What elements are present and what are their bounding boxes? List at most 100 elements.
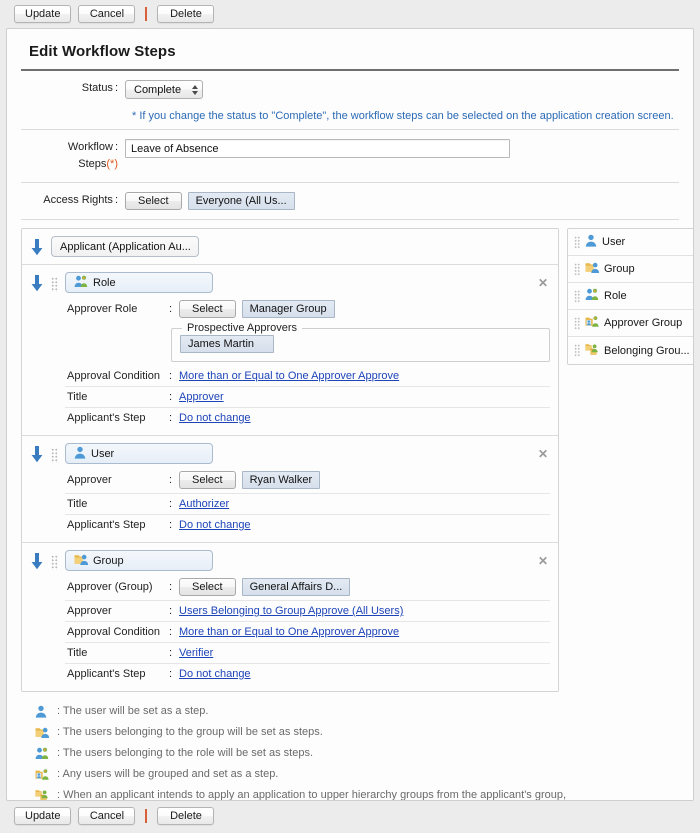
legend-text-belonging-group: When an applicant intends to apply an ap… — [63, 789, 567, 801]
remove-step-button[interactable]: ✕ — [538, 277, 548, 289]
title-link[interactable]: Authorizer — [179, 498, 229, 510]
arrow-down-icon — [30, 272, 46, 292]
top-toolbar: Update Cancel Delete — [0, 0, 700, 28]
approval-condition-link[interactable]: More than or Equal to One Approver Appro… — [179, 626, 399, 638]
approver-group-icon — [585, 315, 599, 331]
step-type-user-label: User — [91, 447, 115, 460]
workflow-steps-label: Workflow: Steps(*) — [67, 141, 118, 170]
approval-condition-row: Approval Condition : More than or Equal … — [65, 366, 550, 387]
workflow-steps-input[interactable]: Leave of Absence — [125, 139, 510, 158]
applicants-step-link[interactable]: Do not change — [179, 668, 251, 680]
role-icon — [35, 746, 51, 763]
step-type-user[interactable]: User — [65, 443, 213, 464]
drag-handle-icon[interactable] — [574, 289, 580, 303]
user-icon — [35, 704, 51, 721]
main-panel: Edit Workflow Steps Status: Complete * I… — [6, 28, 694, 801]
applicants-step-link[interactable]: Do not change — [179, 519, 251, 531]
step-type-group[interactable]: Group — [65, 550, 213, 571]
approval-condition-row: Approval Condition : More than or Equal … — [65, 622, 550, 643]
step-applicant: Applicant (Application Au... — [22, 229, 558, 265]
applicants-step-row: Applicant's Step : Do not change — [67, 412, 251, 424]
role-icon — [585, 288, 599, 304]
approver-link[interactable]: Users Belonging to Group Approve (All Us… — [179, 605, 403, 617]
title-row: Title : Authorizer — [65, 494, 550, 515]
approver-select-button[interactable]: Select — [179, 471, 236, 489]
palette-item-approver-group-label: Approver Group — [604, 317, 683, 329]
cancel-button-top[interactable]: Cancel — [78, 5, 136, 23]
drag-handle-icon[interactable] — [574, 262, 580, 276]
approver-group-value[interactable]: General Affairs D... — [241, 578, 351, 596]
title-row: Title : Verifier — [65, 643, 550, 664]
belonging-group-icon — [585, 343, 599, 359]
access-rights-value[interactable]: Everyone (All Us... — [187, 192, 295, 210]
palette-item-user-label: User — [602, 236, 626, 248]
approver-group-icon — [35, 767, 51, 784]
toolbar-separator — [145, 7, 148, 21]
step-user: User ✕ Approver : Select Ryan Walker Tit… — [22, 436, 558, 543]
step-type-role-label: Role — [93, 276, 116, 289]
palette-item-belonging-group[interactable]: Belonging Grou... — [568, 337, 693, 364]
approver-value[interactable]: Ryan Walker — [241, 471, 321, 489]
drag-handle-icon[interactable] — [574, 344, 580, 357]
drag-handle-icon[interactable] — [574, 235, 580, 249]
legend-text-group: The users belonging to the group will be… — [62, 726, 323, 738]
group-icon — [585, 261, 600, 277]
applicants-step-link[interactable]: Do not change — [179, 412, 251, 424]
toolbar-separator — [145, 809, 148, 823]
access-rights-label: Access Rights: — [43, 194, 118, 206]
title-row: Title : Approver — [65, 387, 550, 408]
drag-handle-icon[interactable] — [51, 443, 60, 463]
cancel-button-bottom[interactable]: Cancel — [78, 807, 136, 825]
step-type-applicant[interactable]: Applicant (Application Au... — [51, 236, 199, 257]
status-select[interactable]: Complete — [125, 80, 203, 99]
approver-role-value[interactable]: Manager Group — [241, 300, 335, 318]
approver-role-row: Approver Role : Select Manager Group — [65, 293, 550, 322]
approver-label: Approver — [67, 474, 112, 486]
status-label: Status: — [81, 82, 118, 94]
delete-button-top[interactable]: Delete — [157, 5, 215, 23]
drag-handle-icon[interactable] — [51, 550, 60, 570]
legend: : The user will be set as a step. : The … — [21, 692, 679, 801]
user-icon — [585, 234, 597, 250]
palette-item-role[interactable]: Role — [568, 283, 693, 310]
status-select-value: Complete — [134, 83, 182, 96]
legend-row-user: : The user will be set as a step. — [35, 702, 679, 723]
palette-item-group-label: Group — [604, 263, 635, 275]
step-type-role[interactable]: Role — [65, 272, 213, 293]
step-group: Group ✕ Approver (Group) : Select Genera… — [22, 543, 558, 691]
group-icon — [35, 725, 51, 742]
user-icon — [74, 446, 86, 462]
remove-step-button[interactable]: ✕ — [538, 555, 548, 567]
drag-handle-icon[interactable] — [574, 316, 580, 330]
arrow-down-icon — [30, 236, 46, 256]
drag-handle-icon[interactable] — [51, 272, 60, 292]
bottom-toolbar: Update Cancel Delete — [0, 801, 700, 830]
prospective-approver-member[interactable]: James Martin — [180, 335, 274, 353]
title-link[interactable]: Verifier — [179, 647, 213, 659]
access-rights-row: Access Rights: Select Everyone (All Us..… — [21, 183, 679, 219]
palette-item-user[interactable]: User — [568, 229, 693, 256]
workflow-steps-row: Workflow: Steps(*) Leave of Absence — [21, 130, 679, 182]
legend-row-role: : The users belonging to the role will b… — [35, 744, 679, 765]
belonging-group-icon — [35, 788, 51, 800]
steps-and-palette: Applicant (Application Au... Role ✕ Appr… — [21, 220, 693, 692]
legend-text-role: The users belonging to the role will be … — [62, 747, 314, 759]
palette-item-approver-group[interactable]: Approver Group — [568, 310, 693, 337]
required-mark: (*) — [106, 158, 118, 170]
palette-item-role-label: Role — [604, 290, 627, 302]
legend-row-belonging-group: : When an applicant intends to apply an … — [35, 786, 679, 801]
update-button-top[interactable]: Update — [14, 5, 72, 23]
palette-item-group[interactable]: Group — [568, 256, 693, 283]
approver-group-select-button[interactable]: Select — [179, 578, 236, 596]
approval-condition-link[interactable]: More than or Equal to One Approver Appro… — [179, 370, 399, 382]
access-rights-select-button[interactable]: Select — [125, 192, 182, 210]
remove-step-button[interactable]: ✕ — [538, 448, 548, 460]
step-type-palette: User Group Role Approver Group Belonging… — [567, 228, 693, 365]
approver-role-select-button[interactable]: Select — [179, 300, 236, 318]
update-button-bottom[interactable]: Update — [14, 807, 72, 825]
status-row: Status: Complete — [21, 71, 679, 108]
delete-button-bottom[interactable]: Delete — [157, 807, 215, 825]
prospective-approvers-fieldset: Prospective Approvers James Martin — [171, 322, 550, 362]
title-link[interactable]: Approver — [179, 391, 224, 403]
page-title: Edit Workflow Steps — [29, 43, 176, 60]
